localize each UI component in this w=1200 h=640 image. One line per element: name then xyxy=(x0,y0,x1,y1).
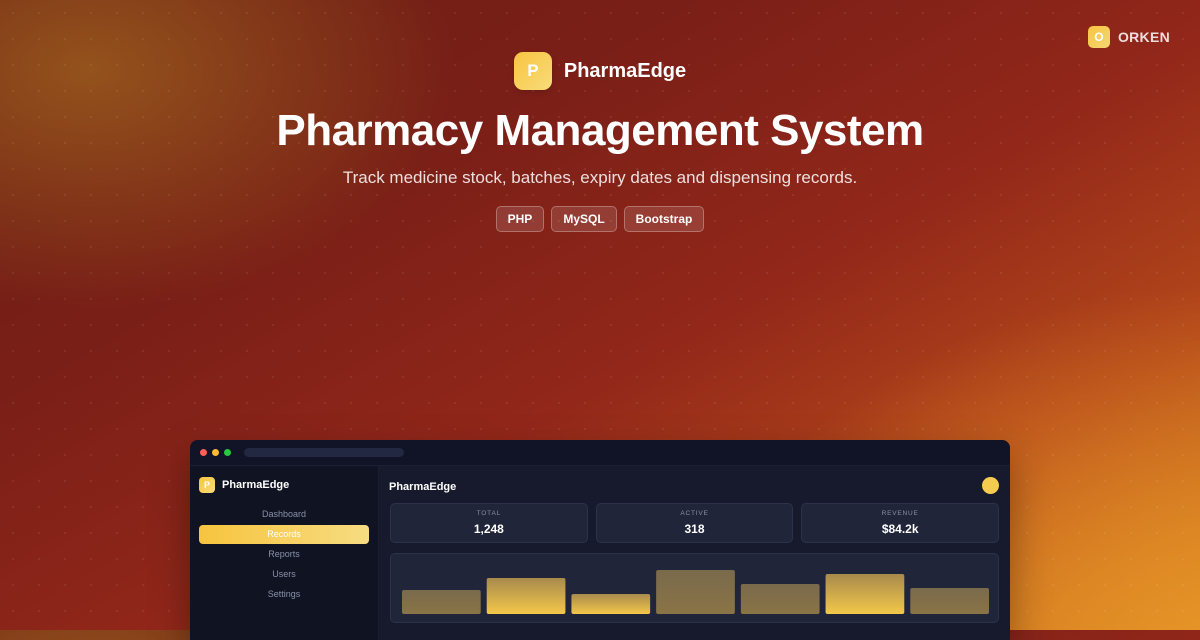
corner-brand: O ORKEN xyxy=(1087,26,1170,48)
corner-logo-icon: O xyxy=(1087,26,1110,48)
stat-label: REVENUE xyxy=(881,510,919,517)
brand-name: PharmaEdge xyxy=(563,59,687,82)
close-dot-icon[interactable] xyxy=(200,449,207,456)
stat-card-total: TOTAL 1,248 xyxy=(390,503,588,543)
stat-value: 318 xyxy=(684,522,705,536)
hero-title: Pharmacy Management System xyxy=(276,106,924,155)
sidebar-item-records[interactable]: Records xyxy=(199,525,369,544)
hero-brand: P PharmaEdge xyxy=(513,52,687,90)
chart-bar xyxy=(825,574,905,614)
maximize-dot-icon[interactable] xyxy=(224,449,231,456)
corner-brand-name: ORKEN xyxy=(1117,29,1170,45)
sidebar-brand: P PharmaEdge xyxy=(190,466,378,493)
chart-bar xyxy=(740,584,820,614)
chart-bar xyxy=(402,590,481,614)
sidebar-item-reports[interactable]: Reports xyxy=(199,545,369,564)
page-title: PharmaEdge xyxy=(389,481,457,493)
hero-subtitle: Track medicine stock, batches, expiry da… xyxy=(342,168,858,187)
sidebar-brand-name: PharmaEdge xyxy=(222,479,290,491)
minimize-dot-icon[interactable] xyxy=(212,449,219,456)
hero: P PharmaEdge Pharmacy Management System … xyxy=(0,52,1200,232)
bar-chart xyxy=(390,553,999,623)
bar-chart-svg xyxy=(402,570,989,614)
brand-logo-icon: P xyxy=(513,52,552,90)
tag-bootstrap: Bootstrap xyxy=(623,206,705,232)
tag-php: PHP xyxy=(495,206,545,232)
address-bar[interactable] xyxy=(244,448,404,457)
stat-card-active: ACTIVE 318 xyxy=(595,503,794,543)
stat-card-revenue: REVENUE $84.2k xyxy=(801,503,1000,543)
sidebar-item-settings[interactable]: Settings xyxy=(199,585,369,604)
sidebar-item-users[interactable]: Users xyxy=(199,565,369,584)
tech-tags: PHP MySQL Bootstrap xyxy=(0,206,1200,232)
app-window-preview: P PharmaEdge Dashboard Records Reports U… xyxy=(190,440,1010,640)
tag-mysql: MySQL xyxy=(551,206,617,232)
stat-label: TOTAL xyxy=(476,510,502,517)
chart-bar xyxy=(656,570,735,614)
chart-bar xyxy=(910,588,989,614)
stat-value: 1,248 xyxy=(473,522,504,536)
sidebar-nav: Dashboard Records Reports Users Settings xyxy=(190,505,378,604)
sidebar: P PharmaEdge Dashboard Records Reports U… xyxy=(190,466,379,640)
sidebar-item-dashboard[interactable]: Dashboard xyxy=(199,505,369,524)
window-titlebar xyxy=(190,440,1010,466)
stat-value: $84.2k xyxy=(881,522,919,536)
stat-label: ACTIVE xyxy=(680,510,709,517)
chart-bar xyxy=(571,594,651,614)
sidebar-logo-icon: P xyxy=(199,477,215,493)
avatar[interactable] xyxy=(982,477,999,494)
chart-bar xyxy=(486,578,566,614)
stats-row: TOTAL 1,248 ACTIVE 318 REVENUE $84.2k xyxy=(390,503,1000,543)
main-content: PharmaEdge TOTAL 1,248 ACTIVE 318 REVENU… xyxy=(379,466,1010,640)
